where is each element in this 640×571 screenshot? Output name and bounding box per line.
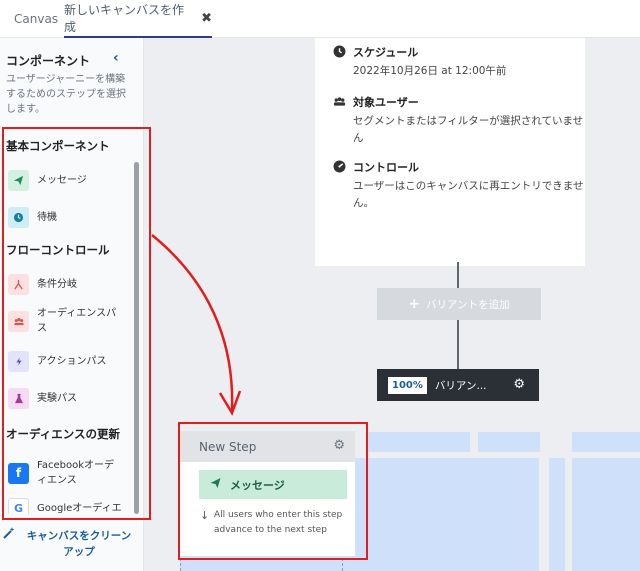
variant-percent-badge: 100% (388, 376, 427, 394)
connector-line (457, 320, 459, 369)
annotation-highlight-new-step (178, 422, 368, 560)
sidebar-description: ユーザージャーニーを構築するためのステップを選択します。 (6, 74, 126, 115)
tab-bar: Canvas 新しいキャンバスを作成 ✖ (0, 0, 640, 38)
annotation-highlight-sidebar (2, 127, 151, 520)
variant-name: バリアン... (434, 379, 487, 392)
connector-line (457, 262, 459, 288)
entry-card-notch (315, 224, 585, 264)
entry-controls-title: コントロール (353, 161, 419, 174)
magic-wand-icon (2, 526, 16, 543)
cleanup-canvas-button[interactable]: キャンバスをクリーンアップ (0, 524, 140, 564)
gear-icon[interactable]: ⚙ (513, 377, 525, 392)
close-icon[interactable]: ✖ (201, 11, 212, 26)
entry-audience-text: セグメントまたはフィルターが選択されていません (353, 115, 584, 144)
drop-zone[interactable] (572, 432, 640, 452)
variant-node[interactable]: 100% バリアン... ⚙ (377, 369, 539, 401)
entry-audience-title: 対象ユーザー (353, 96, 419, 109)
tab-new-canvas[interactable]: 新しいキャンバスを作成 ✖ (64, 0, 212, 38)
gauge-icon (333, 160, 346, 173)
drop-zone[interactable] (572, 458, 640, 571)
entry-schedule-text: 2022年10月26日 at 12:00午前 (353, 65, 507, 77)
drop-zone[interactable] (366, 432, 470, 452)
tab-new-canvas-label: 新しいキャンバスを作成 (64, 3, 185, 34)
annotation-arrow (151, 234, 242, 416)
tab-canvas-label: Canvas (14, 12, 59, 26)
add-variant-button[interactable]: + バリアントを追加 (377, 288, 541, 320)
drop-zone[interactable] (478, 432, 540, 452)
drop-zone[interactable] (355, 458, 539, 571)
sidebar-title: コンポーネント (6, 54, 91, 68)
chevron-left-icon[interactable]: ‹ (113, 50, 119, 66)
entry-schedule-title: スケジュール (353, 46, 419, 59)
users-icon (333, 97, 346, 106)
entry-controls-text: ユーザーはこのキャンバスに再エントリできません。 (353, 180, 584, 209)
clock-icon (333, 45, 346, 58)
plus-icon: + (408, 296, 421, 312)
add-variant-label: バリアントを追加 (426, 298, 510, 311)
tab-canvas[interactable]: Canvas (14, 0, 58, 38)
drop-zone[interactable] (549, 458, 565, 571)
cleanup-canvas-label: キャンバスをクリーンアップ (26, 530, 132, 558)
